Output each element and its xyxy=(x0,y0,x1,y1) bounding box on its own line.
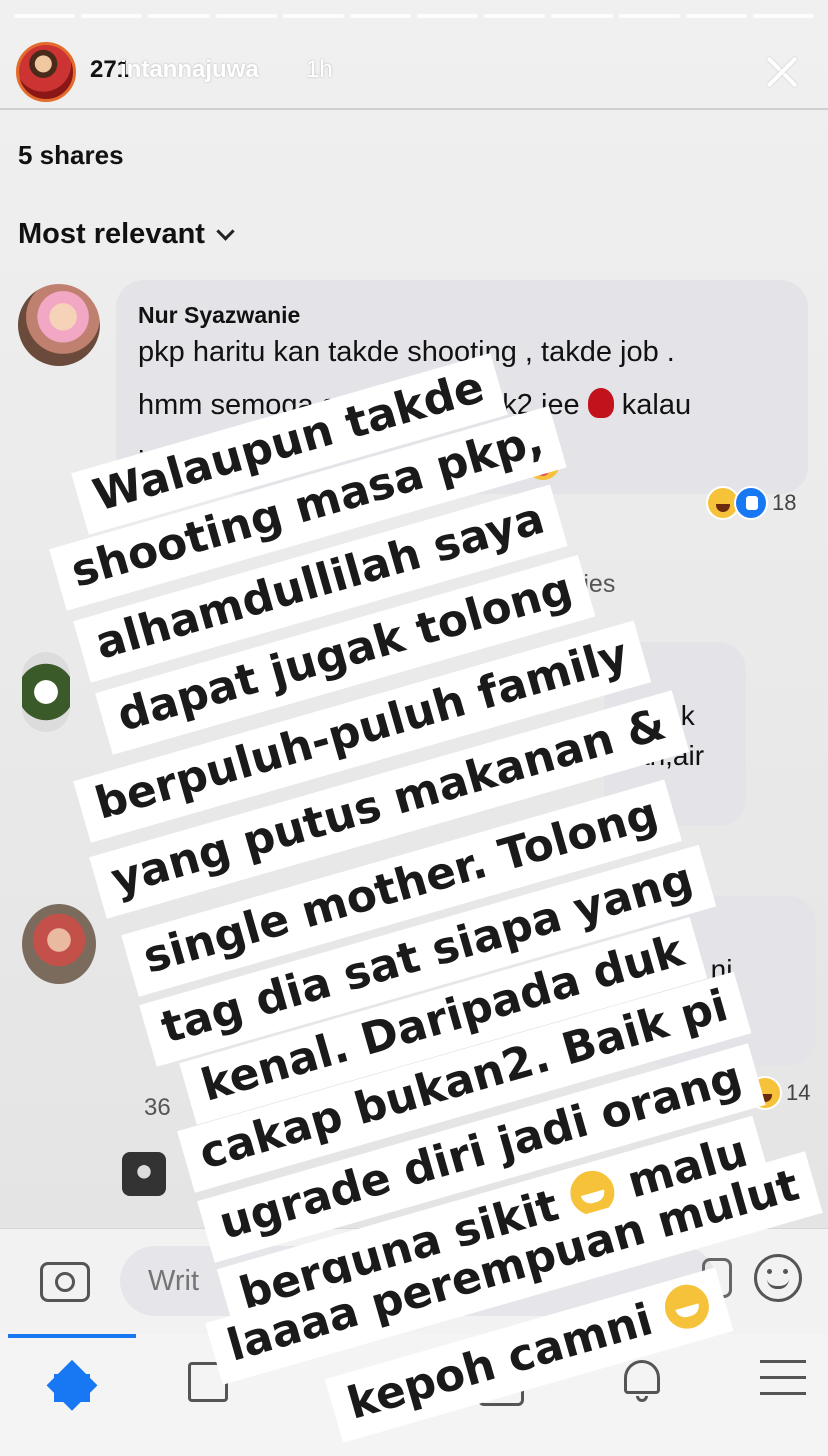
comment-bubble xyxy=(604,642,746,826)
comment-text-line: kkk xyxy=(474,446,560,482)
sort-label: Most relevant xyxy=(18,218,205,250)
shares-count[interactable]: 5 shares xyxy=(18,140,124,171)
marketplace-icon[interactable] xyxy=(478,1362,524,1406)
haha-reaction-icon xyxy=(748,1076,782,1110)
comment-text-part: kalau xyxy=(621,389,692,421)
story-timestamp: 1h xyxy=(306,56,333,83)
commenter-avatar[interactable] xyxy=(22,904,96,984)
tongue-emoji-icon xyxy=(525,446,560,480)
gif-icon[interactable] xyxy=(702,1258,732,1298)
comment-text-part: kkk xyxy=(474,449,518,481)
comment-text-line: hmm semoga semuanya baik2 jee kalau xyxy=(138,388,691,422)
comment-text-part: hmm semoga semuanya baik2 jee xyxy=(138,389,580,421)
comment-text-fragment: emula xyxy=(664,994,741,1025)
view-replies-link[interactable]: eplies xyxy=(550,570,615,599)
reaction-count: 18 xyxy=(772,490,797,515)
reaction-count: 14 xyxy=(786,1080,811,1105)
active-tab-indicator xyxy=(8,1334,136,1338)
comment-text-fragment: apak xyxy=(634,700,695,731)
watch-icon[interactable] xyxy=(188,1362,228,1402)
chevron-down-icon xyxy=(216,222,235,241)
comment-meta-count: 36 xyxy=(144,1094,171,1121)
bottom-tab-bar xyxy=(0,1334,828,1456)
comment-text-line: pkp haritu kan takde shooting , takde jo… xyxy=(138,336,675,368)
commenter-avatar[interactable] xyxy=(22,652,70,732)
header-divider xyxy=(0,108,828,110)
comment-text-fragment: ah,air xyxy=(634,740,705,771)
story-screen: 271 intannajuwa 1h 5 shares Most relevan… xyxy=(0,0,828,1456)
emoji-icon[interactable] xyxy=(754,1254,802,1302)
story-username[interactable]: intannajuwa xyxy=(120,56,259,84)
commenter-avatar[interactable] xyxy=(122,1152,166,1196)
rose-icon xyxy=(587,388,614,418)
reaction-summary[interactable]: 14 xyxy=(748,1076,810,1110)
commenter-name[interactable]: Nur Syazwanie xyxy=(138,302,300,329)
like-reaction-icon xyxy=(734,486,768,520)
bell-icon[interactable] xyxy=(620,1356,664,1404)
camera-icon[interactable] xyxy=(40,1262,90,1302)
home-icon[interactable] xyxy=(48,1356,96,1402)
commenter-avatar[interactable] xyxy=(18,284,100,366)
comment-text-line: jodoh takk xyxy=(138,446,271,478)
story-header: 271 intannajuwa 1h xyxy=(16,38,812,106)
comment-text-fragment: rita ni xyxy=(664,954,733,985)
sort-dropdown[interactable]: Most relevant xyxy=(18,218,235,251)
reaction-summary[interactable]: 18 xyxy=(706,486,796,520)
close-icon[interactable] xyxy=(760,50,804,94)
menu-icon[interactable] xyxy=(760,1358,806,1398)
story-avatar[interactable] xyxy=(16,42,76,102)
comment-input[interactable] xyxy=(146,1260,570,1302)
comment-input-wrapper[interactable] xyxy=(120,1246,716,1316)
story-progress-bar xyxy=(14,14,815,18)
